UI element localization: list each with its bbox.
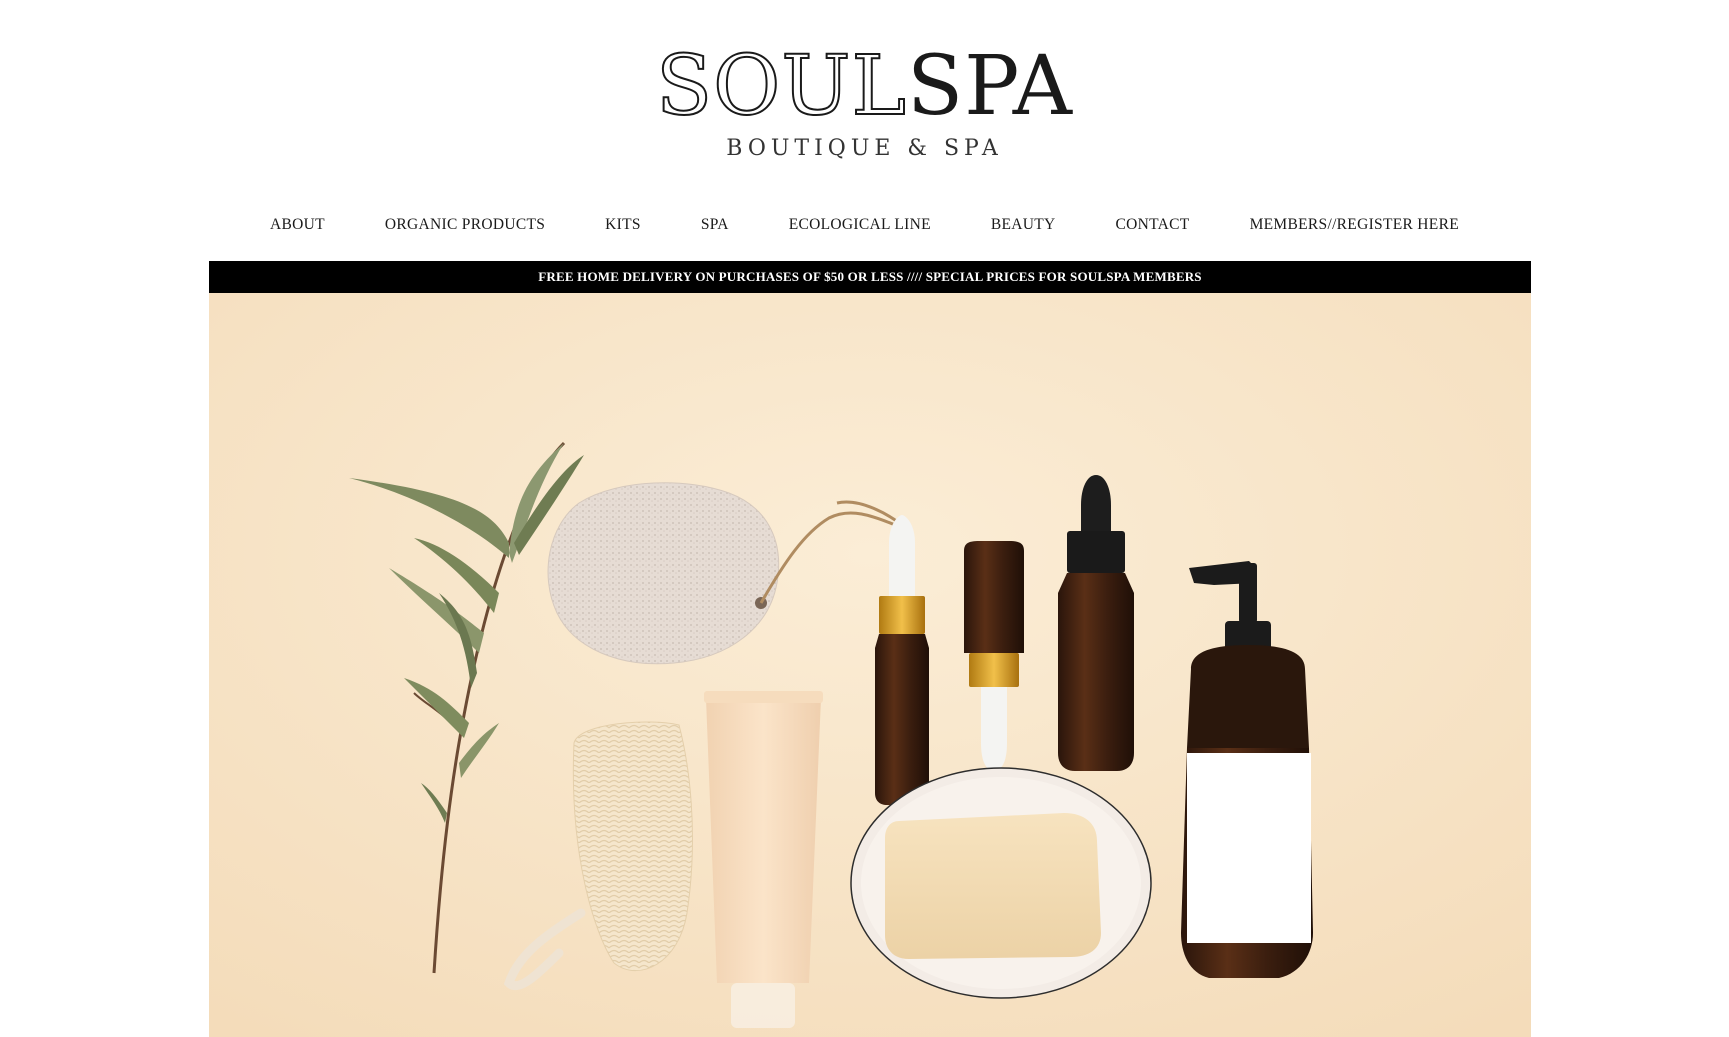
main-nav: ABOUT ORGANIC PRODUCTS KITS SPA ECOLOGIC…	[0, 210, 1729, 240]
nav-members-register[interactable]: MEMBERS//REGISTER HERE	[1250, 216, 1459, 234]
nav-ecological-line[interactable]: ECOLOGICAL LINE	[789, 216, 931, 234]
soap-dish	[850, 767, 1152, 999]
logo-spa: SPA	[906, 39, 1073, 134]
nav-about[interactable]: ABOUT	[270, 216, 325, 234]
logo-soul: SOUL	[655, 39, 907, 134]
nav-organic-products[interactable]: ORGANIC PRODUCTS	[385, 216, 545, 234]
nav-contact[interactable]: CONTACT	[1116, 216, 1190, 234]
announcement-text: FREE HOME DELIVERY ON PURCHASES OF $50 O…	[538, 269, 1202, 284]
nav-kits[interactable]: KITS	[605, 216, 641, 234]
hero-illustration	[209, 293, 1531, 1037]
nav-spa[interactable]: SPA	[701, 216, 729, 234]
brand-logo[interactable]: SOULSPA	[0, 39, 1729, 134]
brand-tagline: BOUTIQUE & SPA	[726, 136, 1003, 161]
nav-beauty[interactable]: BEAUTY	[991, 216, 1056, 234]
announcement-bar: FREE HOME DELIVERY ON PURCHASES OF $50 O…	[209, 261, 1531, 293]
cream-tube	[704, 691, 823, 1028]
hero-image	[209, 293, 1531, 1037]
site-header: SOULSPA BOUTIQUE & SPA	[0, 0, 1729, 190]
